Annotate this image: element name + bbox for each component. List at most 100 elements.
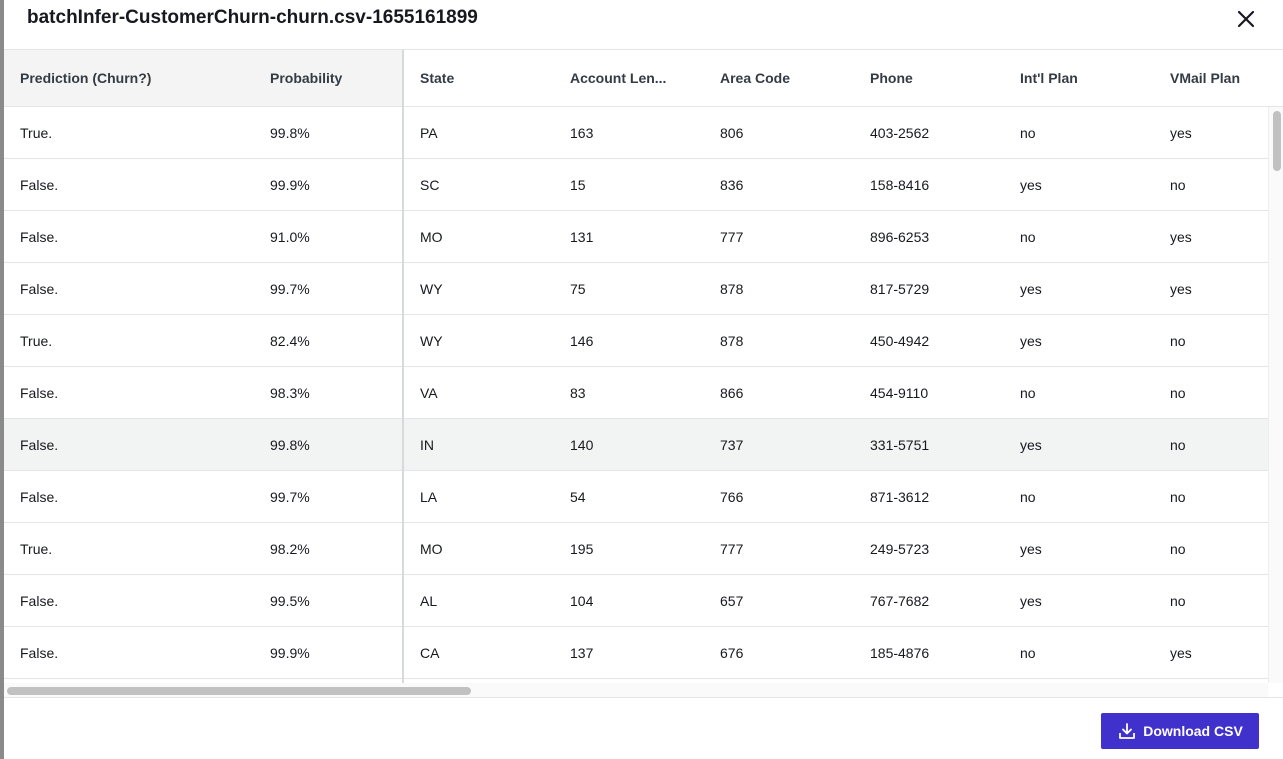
table-cell: 99.5% xyxy=(270,593,310,609)
table-row[interactable]: True. 99.8% PA 163 806 403-2562 no yes xyxy=(4,107,1268,159)
table-cell: VA xyxy=(420,385,438,401)
table-cell: IN xyxy=(420,437,434,453)
table-cell: yes xyxy=(1170,125,1192,141)
table-cell: 331-5751 xyxy=(870,437,930,453)
table-cell: 98.2% xyxy=(270,541,310,557)
table-cell: no xyxy=(1020,229,1036,245)
table-cell: yes xyxy=(1020,333,1042,349)
table-cell: False. xyxy=(20,281,59,297)
table-cell: 185-4876 xyxy=(870,645,930,661)
modal-title: batchInfer-CustomerChurn-churn.csv-16551… xyxy=(27,7,478,28)
table-cell: 83 xyxy=(570,385,586,401)
table-cell: 131 xyxy=(570,229,594,245)
table-cell: AL xyxy=(420,593,438,609)
table-row[interactable]: False. 98.3% VA 83 866 454-9110 no no xyxy=(4,367,1268,419)
table-cell: 737 xyxy=(720,437,744,453)
table-cell: 99.9% xyxy=(270,645,310,661)
table-header: Prediction (Churn?) Probability State Accou… xyxy=(4,50,1283,107)
column-header[interactable]: Int'l Plan xyxy=(1004,50,1154,106)
table-cell: True. xyxy=(20,541,53,557)
column-header[interactable]: Probability xyxy=(254,50,404,106)
vertical-scrollbar-thumb[interactable] xyxy=(1273,111,1281,171)
table-cell: SC xyxy=(420,177,440,193)
table-cell: no xyxy=(1020,125,1036,141)
table-row[interactable]: False. 99.9% SC 15 836 158-8416 yes no xyxy=(4,159,1268,211)
table-cell: LA xyxy=(420,489,438,505)
table-cell: False. xyxy=(20,437,59,453)
close-icon xyxy=(1237,10,1255,28)
table-cell: MO xyxy=(420,229,443,245)
table-cell: 777 xyxy=(720,541,744,557)
table-cell: 140 xyxy=(570,437,594,453)
results-table: Prediction (Churn?) Probability State Accou… xyxy=(4,50,1283,698)
table-cell: yes xyxy=(1020,437,1042,453)
table-cell: 866 xyxy=(720,385,744,401)
table-cell: no xyxy=(1170,541,1186,557)
column-header[interactable]: State xyxy=(404,50,554,106)
download-icon xyxy=(1119,723,1136,739)
table-cell: no xyxy=(1170,177,1186,193)
modal-header: batchInfer-CustomerChurn-churn.csv-16551… xyxy=(4,0,1283,50)
table-cell: 158-8416 xyxy=(870,177,930,193)
table-cell: CA xyxy=(420,645,440,661)
table-cell: 403-2562 xyxy=(870,125,930,141)
table-cell: yes xyxy=(1020,177,1042,193)
table-cell: PA xyxy=(420,125,438,141)
table-cell: no xyxy=(1020,489,1036,505)
table-cell: 871-3612 xyxy=(870,489,930,505)
table-cell: 104 xyxy=(570,593,594,609)
table-cell: 676 xyxy=(720,645,744,661)
table-cell: False. xyxy=(20,229,59,245)
table-cell: no xyxy=(1170,489,1186,505)
column-header[interactable]: Area Code xyxy=(704,50,854,106)
column-header[interactable]: Prediction (Churn?) xyxy=(4,50,254,106)
close-button[interactable] xyxy=(1235,8,1257,30)
horizontal-scrollbar[interactable] xyxy=(4,683,1268,697)
pinned-columns-divider xyxy=(402,50,404,697)
table-cell: 99.7% xyxy=(270,489,310,505)
download-csv-button[interactable]: Download CSV xyxy=(1101,713,1259,749)
table-cell: yes xyxy=(1170,645,1192,661)
table-cell: False. xyxy=(20,645,59,661)
table-row[interactable]: False. 91.0% MO 131 777 896-6253 no yes xyxy=(4,211,1268,263)
table-cell: no xyxy=(1170,333,1186,349)
table-body: True. 99.8% PA 163 806 403-2562 no yes False. 99.… xyxy=(4,107,1268,683)
column-header[interactable]: Account Len... xyxy=(554,50,704,106)
table-cell: 896-6253 xyxy=(870,229,930,245)
vertical-scrollbar[interactable] xyxy=(1268,107,1283,683)
table-cell: 99.9% xyxy=(270,177,310,193)
table-cell: no xyxy=(1170,385,1186,401)
table-row[interactable]: False. 99.5% AL 104 657 767-7682 yes no xyxy=(4,575,1268,627)
table-cell: 806 xyxy=(720,125,744,141)
table-cell: 454-9110 xyxy=(870,385,929,401)
table-row[interactable]: False. 99.7% LA 54 766 871-3612 no no xyxy=(4,471,1268,523)
table-cell: 75 xyxy=(570,281,586,297)
table-cell: 163 xyxy=(570,125,594,141)
horizontal-scrollbar-thumb[interactable] xyxy=(7,687,471,695)
table-cell: 54 xyxy=(570,489,586,505)
column-header[interactable]: VMail Plan xyxy=(1154,50,1268,106)
table-cell: False. xyxy=(20,489,59,505)
table-cell: 450-4942 xyxy=(870,333,930,349)
table-cell: WY xyxy=(420,281,443,297)
table-cell: 195 xyxy=(570,541,594,557)
table-cell: 777 xyxy=(720,229,744,245)
table-cell: yes xyxy=(1020,541,1042,557)
table-cell: True. xyxy=(20,125,53,141)
table-cell: 91.0% xyxy=(270,229,310,245)
table-cell: no xyxy=(1020,385,1036,401)
table-row[interactable]: False. 99.8% IN 140 737 331-5751 yes no xyxy=(4,419,1268,471)
table-row[interactable]: True. 98.2% MO 195 777 249-5723 yes no xyxy=(4,523,1268,575)
table-cell: 836 xyxy=(720,177,744,193)
table-cell: 15 xyxy=(570,177,586,193)
column-header[interactable]: Phone xyxy=(854,50,1004,106)
table-cell: 98.3% xyxy=(270,385,310,401)
table-cell: 657 xyxy=(720,593,744,609)
table-cell: 767-7682 xyxy=(870,593,930,609)
table-row[interactable]: True. 82.4% WY 146 878 450-4942 yes no xyxy=(4,315,1268,367)
table-cell: True. xyxy=(20,333,53,349)
table-row[interactable]: False. 99.9% CA 137 676 185-4876 no yes xyxy=(4,627,1268,679)
table-row[interactable]: False. 99.7% WY 75 878 817-5729 yes yes xyxy=(4,263,1268,315)
table-cell: 249-5723 xyxy=(870,541,930,557)
table-cell: yes xyxy=(1170,229,1192,245)
